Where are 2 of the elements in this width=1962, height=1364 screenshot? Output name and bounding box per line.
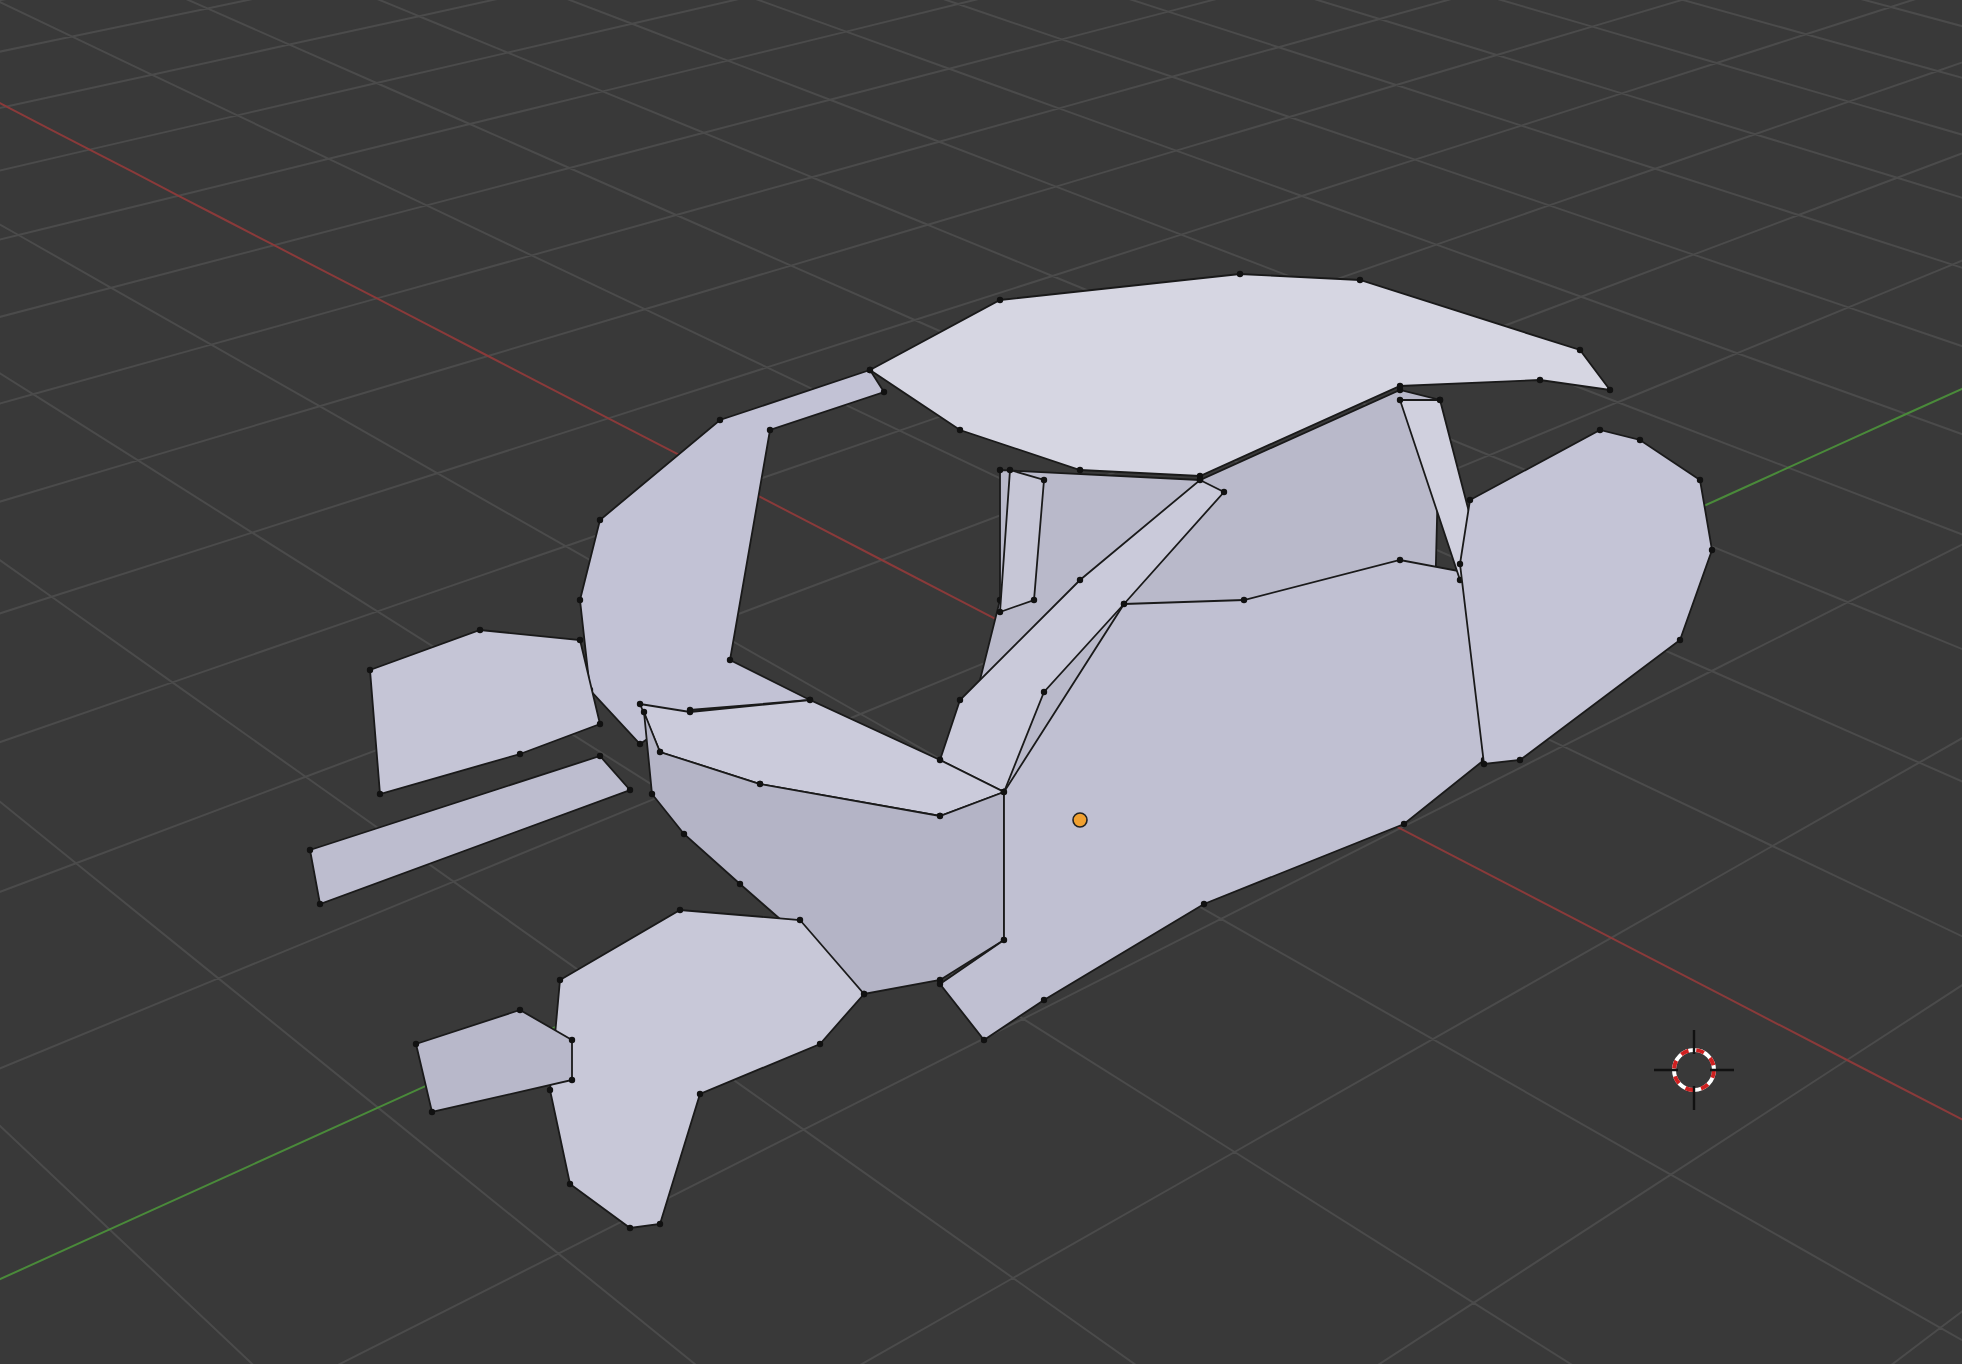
origin-dot: [1072, 812, 1088, 828]
cursor-crosshair-icon: [1652, 1028, 1736, 1112]
